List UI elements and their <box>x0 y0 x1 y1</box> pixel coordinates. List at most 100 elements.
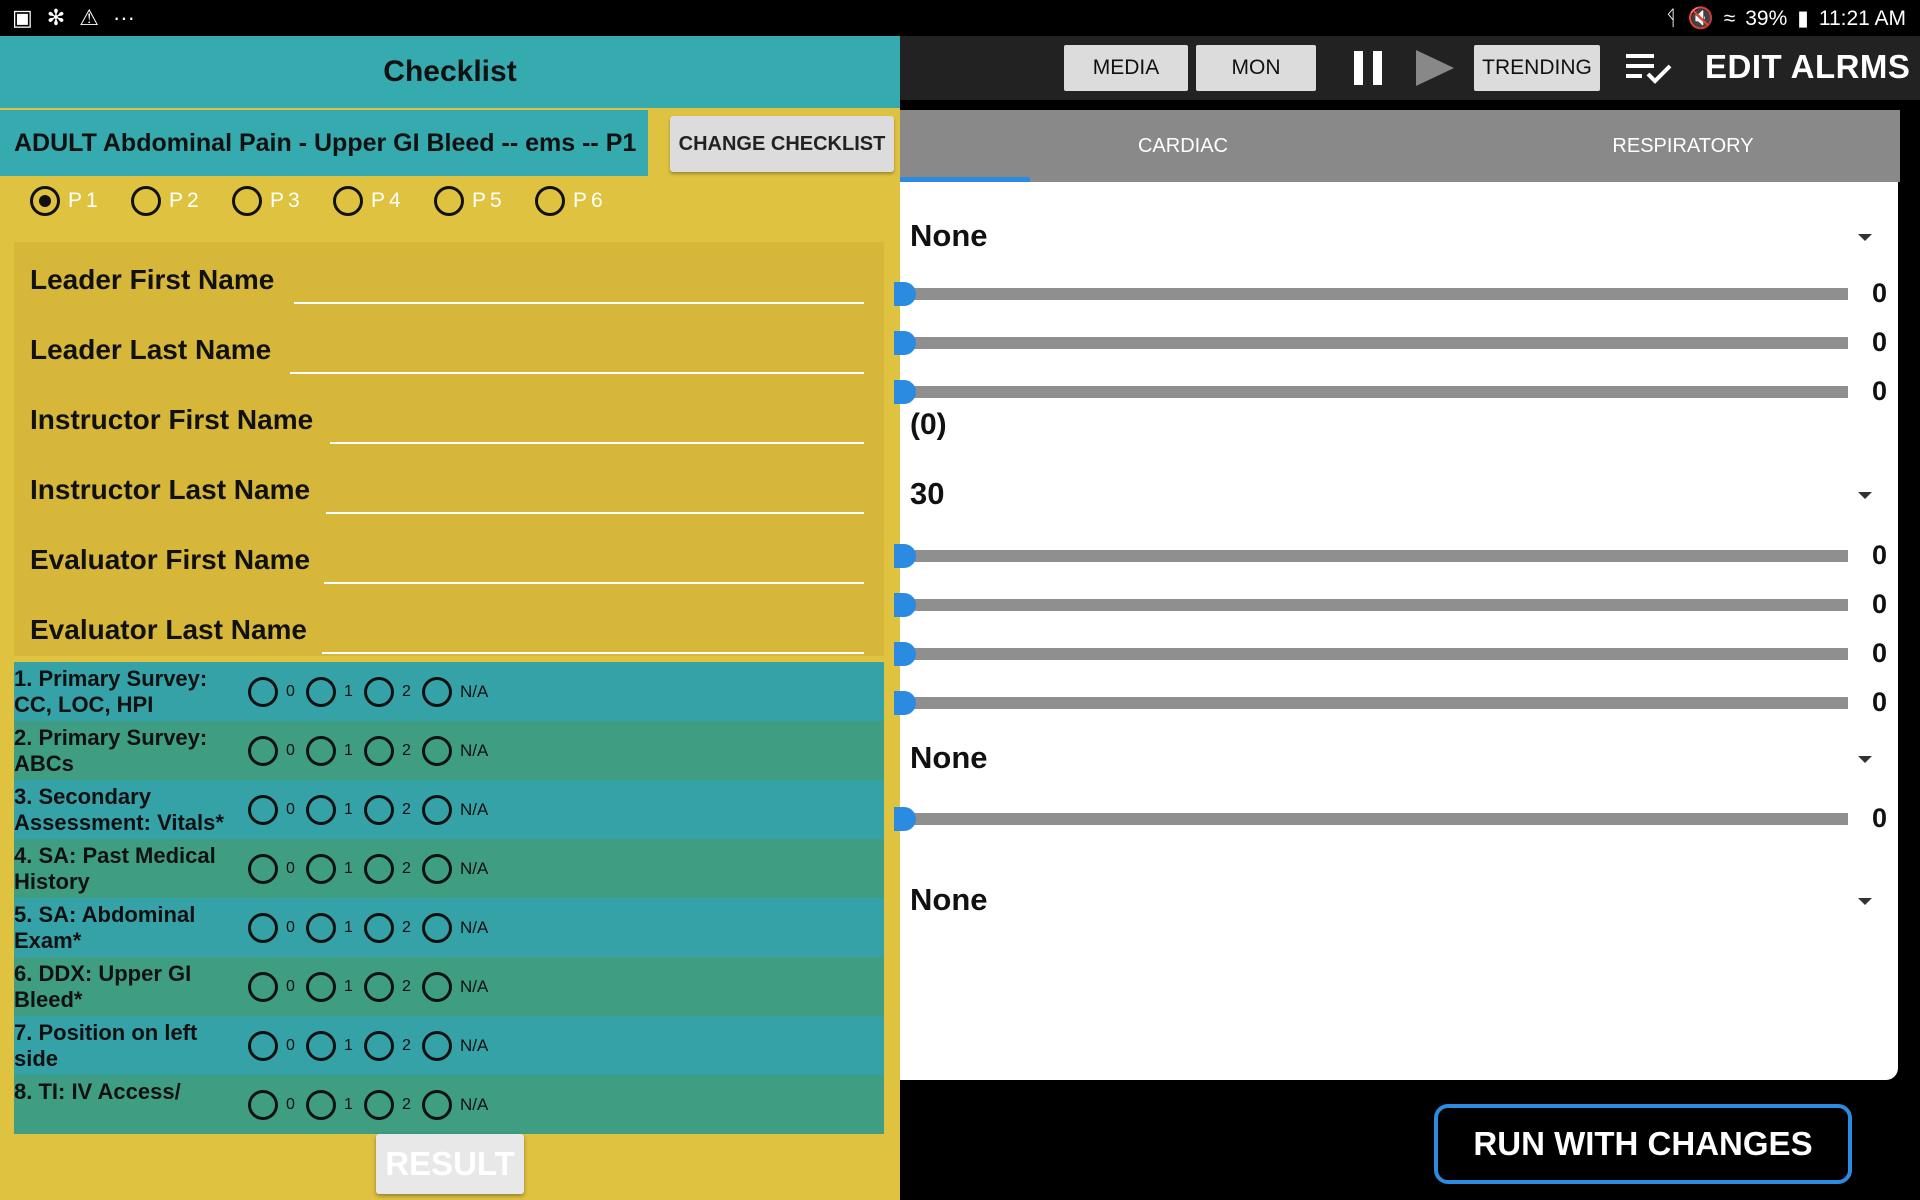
score-radio[interactable]: 0 <box>248 795 298 825</box>
radio-circle[interactable] <box>364 677 394 707</box>
score-radio[interactable]: 0 <box>248 972 298 1002</box>
slider-thumb[interactable] <box>894 593 916 617</box>
trending-button[interactable]: TRENDING <box>1474 45 1600 91</box>
radio-circle[interactable] <box>535 186 565 216</box>
slider-thumb[interactable] <box>894 807 916 831</box>
score-radio[interactable]: 2 <box>364 677 414 707</box>
radio-circle[interactable] <box>248 972 278 1002</box>
radio-circle[interactable] <box>306 1090 336 1120</box>
radio-circle[interactable] <box>306 972 336 1002</box>
media-button[interactable]: MEDIA <box>1064 45 1188 91</box>
pause-icon[interactable] <box>1354 51 1382 85</box>
radio-circle[interactable] <box>232 186 262 216</box>
text-input-2[interactable] <box>290 372 864 374</box>
slider-track[interactable] <box>904 599 1848 611</box>
result-button[interactable]: RESULT <box>376 1134 524 1194</box>
slider[interactable]: 0 <box>894 638 1898 668</box>
text-input-1[interactable] <box>294 302 864 304</box>
slider-thumb[interactable] <box>894 544 916 568</box>
radio-circle[interactable] <box>131 186 161 216</box>
score-radio[interactable]: 1 <box>306 677 356 707</box>
radio-circle[interactable] <box>306 795 336 825</box>
radio-circle[interactable] <box>422 854 452 884</box>
patient-radio-p4[interactable]: P4 <box>333 186 434 216</box>
score-radio[interactable]: 1 <box>306 1090 356 1120</box>
text-input-3[interactable] <box>330 442 864 444</box>
radio-circle[interactable] <box>248 1090 278 1120</box>
radio-circle[interactable] <box>422 1031 452 1061</box>
score-radio[interactable]: 2 <box>364 913 414 943</box>
radio-circle[interactable] <box>422 677 452 707</box>
radio-circle[interactable] <box>306 913 336 943</box>
run-with-changes-button[interactable]: RUN WITH CHANGES <box>1434 1104 1852 1184</box>
slider-track[interactable] <box>904 288 1848 300</box>
tab-cardiac[interactable]: CARDIAC <box>900 110 1466 182</box>
slider-thumb[interactable] <box>894 282 916 306</box>
dropdown-3[interactable]: None <box>910 734 1890 784</box>
radio-circle[interactable] <box>422 913 452 943</box>
score-radio[interactable]: 1 <box>306 913 356 943</box>
score-radio[interactable]: N/A <box>422 795 488 825</box>
score-radio[interactable]: 0 <box>248 736 298 766</box>
text-input-5[interactable] <box>324 582 864 584</box>
radio-circle[interactable] <box>434 186 464 216</box>
radio-circle[interactable] <box>306 1031 336 1061</box>
slider[interactable]: 0 <box>894 687 1898 717</box>
radio-circle[interactable] <box>364 854 394 884</box>
score-radio[interactable]: 2 <box>364 1031 414 1061</box>
score-radio[interactable]: 0 <box>248 1090 298 1120</box>
score-radio[interactable]: 1 <box>306 795 356 825</box>
radio-circle[interactable] <box>333 186 363 216</box>
score-radio[interactable]: 1 <box>306 972 356 1002</box>
score-radio[interactable]: 0 <box>248 913 298 943</box>
score-radio[interactable]: N/A <box>422 854 488 884</box>
score-radio[interactable]: 2 <box>364 1090 414 1120</box>
radio-circle[interactable] <box>364 913 394 943</box>
score-radio[interactable]: 0 <box>248 677 298 707</box>
slider-track[interactable] <box>904 386 1848 398</box>
radio-circle[interactable] <box>248 736 278 766</box>
play-icon[interactable] <box>1416 50 1454 86</box>
patient-radio-p1[interactable]: P1 <box>30 186 131 216</box>
score-radio[interactable]: N/A <box>422 972 488 1002</box>
radio-circle[interactable] <box>306 736 336 766</box>
slider-track[interactable] <box>904 697 1848 709</box>
radio-circle[interactable] <box>248 1031 278 1061</box>
score-radio[interactable]: 0 <box>248 1031 298 1061</box>
patient-radio-p2[interactable]: P2 <box>131 186 232 216</box>
slider-track[interactable] <box>904 813 1848 825</box>
radio-circle[interactable] <box>422 1090 452 1120</box>
radio-circle[interactable] <box>364 795 394 825</box>
radio-circle[interactable] <box>364 972 394 1002</box>
dropdown-4[interactable]: None <box>910 876 1890 926</box>
text-input-6[interactable] <box>322 652 864 654</box>
slider[interactable]: 0 <box>894 540 1898 570</box>
patient-radio-p6[interactable]: P6 <box>535 186 636 216</box>
score-radio[interactable]: 0 <box>248 854 298 884</box>
score-radio[interactable]: 2 <box>364 854 414 884</box>
mon-button[interactable]: MON <box>1196 45 1316 91</box>
score-radio[interactable]: N/A <box>422 677 488 707</box>
score-radio[interactable]: 2 <box>364 972 414 1002</box>
radio-circle[interactable] <box>422 972 452 1002</box>
score-radio[interactable]: N/A <box>422 913 488 943</box>
dropdown-1[interactable]: None <box>910 212 1890 262</box>
radio-circle[interactable] <box>248 677 278 707</box>
score-radio[interactable]: 2 <box>364 736 414 766</box>
checklist-icon[interactable] <box>1624 50 1674 86</box>
radio-circle[interactable] <box>306 677 336 707</box>
radio-circle[interactable] <box>248 795 278 825</box>
slider-thumb[interactable] <box>894 642 916 666</box>
score-radio[interactable]: N/A <box>422 736 488 766</box>
checklist-items[interactable]: 1. Primary Survey: CC, LOC, HPI 0 1 2 N/A 2. … <box>14 662 884 1144</box>
radio-circle[interactable] <box>248 854 278 884</box>
slider-track[interactable] <box>904 550 1848 562</box>
score-radio[interactable]: N/A <box>422 1090 488 1120</box>
score-radio[interactable]: 2 <box>364 795 414 825</box>
score-radio[interactable]: 1 <box>306 736 356 766</box>
radio-circle[interactable] <box>422 795 452 825</box>
change-checklist-button[interactable]: CHANGE CHECKLIST <box>670 116 894 172</box>
radio-circle[interactable] <box>364 1031 394 1061</box>
tab-respiratory[interactable]: RESPIRATORY <box>1466 110 1900 182</box>
slider-thumb[interactable] <box>894 691 916 715</box>
